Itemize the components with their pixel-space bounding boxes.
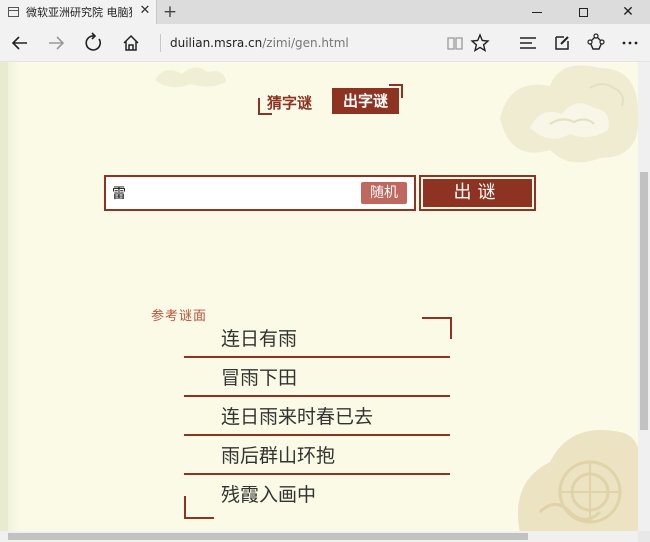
forward-arrow-icon — [49, 36, 65, 50]
back-arrow-icon — [11, 36, 27, 50]
home-button[interactable] — [117, 29, 145, 57]
refresh-button[interactable] — [80, 29, 108, 57]
reading-view-button[interactable] — [441, 29, 469, 57]
minimize-button[interactable] — [514, 0, 560, 24]
share-icon — [587, 33, 605, 50]
home-icon — [123, 34, 139, 51]
pen-note-icon — [555, 36, 569, 50]
title-bar: 微软亚洲研究院 电脑猜字谜 ✕ + ✕ — [0, 0, 650, 24]
maximize-icon — [578, 8, 588, 17]
web-note-button[interactable] — [548, 29, 576, 57]
result-text: 连日有雨 — [221, 328, 298, 350]
result-item[interactable]: 冒雨下田 — [184, 358, 450, 397]
browser-tab[interactable]: 微软亚洲研究院 电脑猜字谜 ✕ — [0, 0, 157, 24]
maximize-button[interactable] — [560, 0, 606, 24]
mode-tabs: 猜字谜 出字谜 — [258, 84, 408, 116]
refresh-icon — [85, 32, 102, 51]
url-path: /zimi/gen.html — [262, 36, 349, 50]
character-input[interactable] — [112, 181, 352, 205]
favorite-button[interactable] — [466, 29, 494, 57]
character-input-box: 随机 — [104, 175, 416, 211]
share-button[interactable] — [582, 29, 610, 57]
horizontal-scrollbar[interactable] — [0, 531, 638, 542]
random-button[interactable]: 随机 — [361, 182, 407, 204]
hub-button[interactable] — [514, 29, 542, 57]
tab-bracket-decoration — [389, 84, 403, 98]
result-item[interactable]: 连日雨来时春已去 — [184, 397, 450, 436]
page-icon — [8, 7, 19, 17]
back-button[interactable] — [6, 29, 34, 57]
minimize-icon — [532, 12, 542, 13]
results-corner-decoration — [184, 496, 214, 519]
cloud-decoration — [500, 65, 638, 163]
result-item[interactable]: 连日有雨 — [184, 319, 450, 358]
more-button[interactable] — [616, 29, 644, 57]
vertical-scrollbar[interactable] — [638, 62, 650, 531]
result-text: 残霞入画中 — [221, 484, 317, 506]
vertical-scroll-thumb[interactable] — [640, 172, 648, 430]
book-icon — [447, 37, 463, 50]
make-riddle-button[interactable]: 出谜 — [419, 175, 536, 211]
hub-icon — [520, 37, 536, 49]
new-tab-button[interactable]: + — [160, 2, 180, 22]
tab-title: 微软亚洲研究院 电脑猜字谜 — [26, 6, 132, 19]
result-text: 冒雨下田 — [221, 367, 298, 389]
pattern-decoration — [518, 430, 638, 531]
left-border-decoration — [0, 62, 20, 531]
url-host: duilian.msra.cn — [170, 36, 263, 50]
window-close-button[interactable]: ✕ — [605, 0, 650, 24]
tab-close-icon[interactable]: ✕ — [138, 3, 152, 19]
result-text: 连日雨来时春已去 — [221, 406, 374, 428]
result-item[interactable]: 残霞入画中 — [184, 475, 450, 514]
tab-guess-riddle[interactable]: 猜字谜 — [267, 92, 312, 113]
more-dots-icon — [622, 41, 638, 45]
make-riddle-button-label: 出谜 — [423, 179, 532, 207]
address-bar[interactable]: duilian.msra.cn/zimi/gen.html — [170, 33, 440, 53]
horizontal-scroll-thumb[interactable] — [8, 533, 528, 540]
result-text: 雨后群山环抱 — [221, 445, 336, 467]
result-item[interactable]: 雨后群山环抱 — [184, 436, 450, 475]
page-viewport: 猜字谜 出字谜 随机 出谜 参考谜面 连日有雨 冒雨下田 连日雨来时春已去 雨后… — [0, 62, 638, 531]
small-cloud-decoration — [155, 67, 226, 88]
forward-button[interactable] — [42, 29, 70, 57]
address-separator — [160, 34, 161, 52]
scrollbar-corner — [638, 531, 650, 542]
star-icon — [470, 33, 490, 52]
browser-toolbar: duilian.msra.cn/zimi/gen.html — [0, 24, 650, 62]
